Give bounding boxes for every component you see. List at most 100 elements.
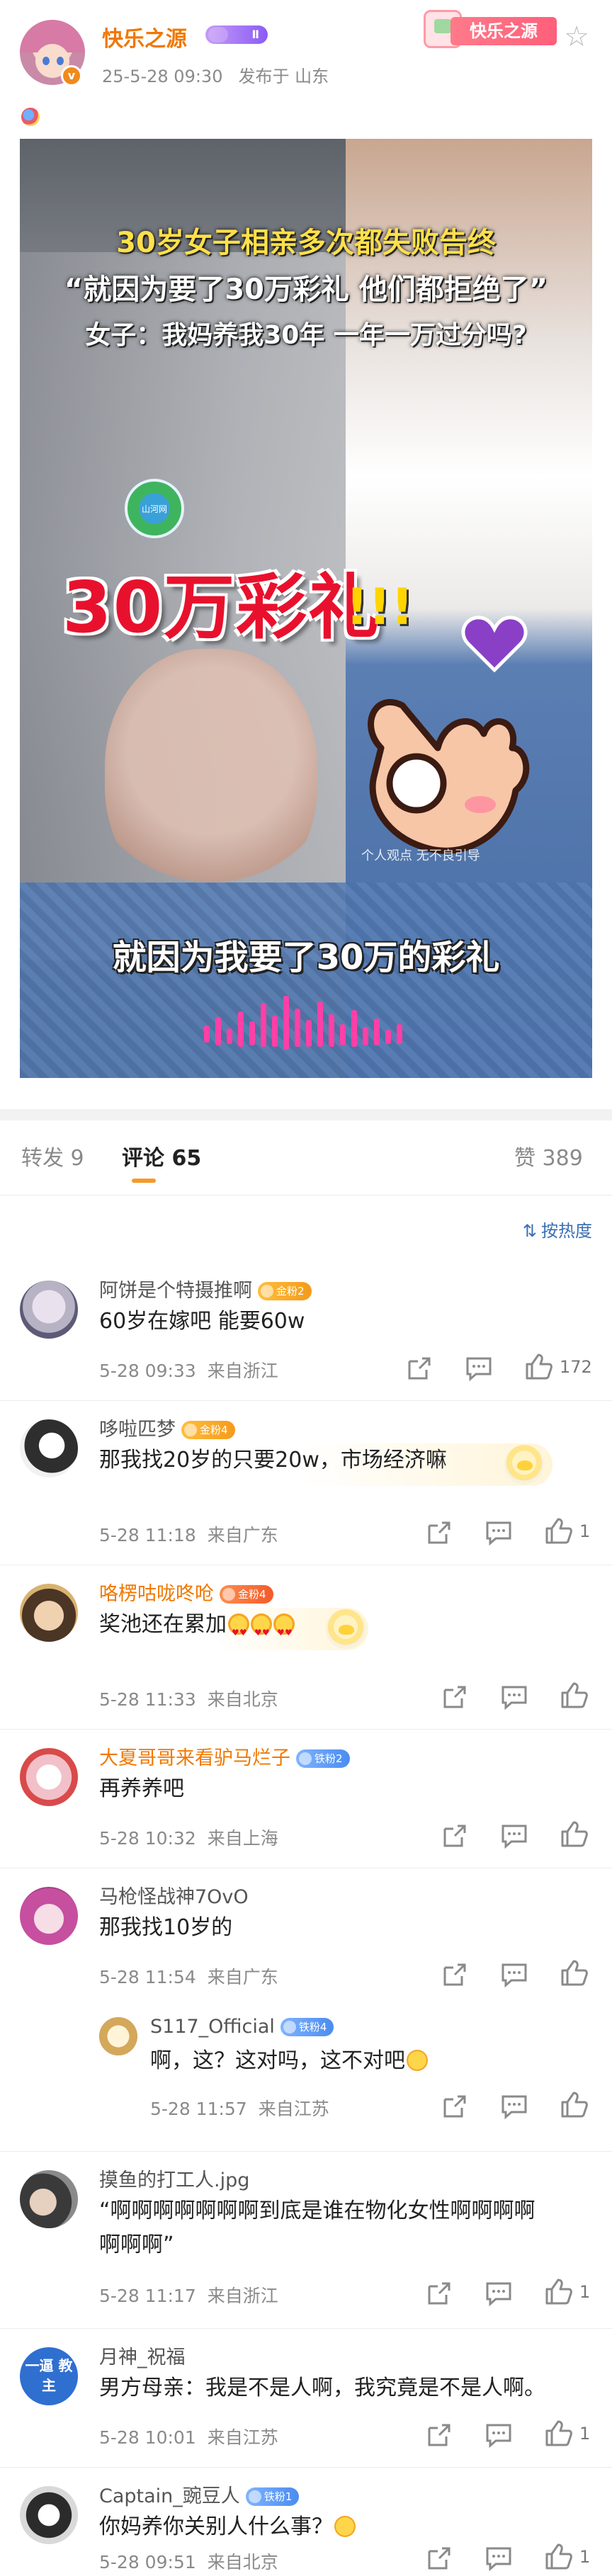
- comment-meta: 5-28 11:17 来自浙江: [99, 2286, 278, 2306]
- comment-item: 咯楞咕咙咚呛金粉4 奖池还在累加 5-28 11:33来自北京: [0, 1565, 612, 1730]
- commenter-avatar[interactable]: [20, 1584, 78, 1642]
- like-icon[interactable]: [543, 2418, 574, 2449]
- member-level-badge[interactable]: Ⅱ: [205, 25, 268, 44]
- like-count: 1: [579, 2424, 591, 2444]
- reply-avatar[interactable]: [99, 2017, 137, 2055]
- reply-author-name[interactable]: S117_Official 铁粉4: [150, 2016, 334, 2038]
- commenter-name[interactable]: 摸鱼的打工人.jpg: [99, 2164, 249, 2192]
- share-icon[interactable]: [424, 2419, 455, 2451]
- share-icon[interactable]: [439, 1959, 470, 1990]
- like-icon[interactable]: [558, 2089, 589, 2121]
- fan-badge: 金粉4: [181, 1421, 235, 1439]
- commenter-avatar[interactable]: 一逼 教主: [20, 2347, 78, 2405]
- exclamation-mark: !!!: [346, 578, 414, 636]
- comment-item: 摸鱼的打工人.jpg “啊啊啊啊啊啊啊到底是谁在物化女性啊啊啊啊 啊啊啊” 5-2…: [0, 2152, 612, 2329]
- reply-icon[interactable]: [499, 1959, 530, 1990]
- reply-icon[interactable]: [499, 2091, 530, 2122]
- star-icon[interactable]: ☆: [561, 21, 592, 52]
- comment-text: 你妈养你关别人什么事？: [99, 2510, 581, 2544]
- commenter-name[interactable]: 阿饼是个特摄推啊 金粉2: [99, 1275, 312, 1303]
- author-name[interactable]: 快乐之源: [102, 21, 187, 52]
- commenter-name[interactable]: 马枪怪战神7OvO: [99, 1881, 249, 1909]
- like-icon[interactable]: [543, 2541, 574, 2572]
- commenter-name[interactable]: 大夏哥哥来看驴马烂子 铁粉2: [99, 1742, 350, 1770]
- fan-badge: 铁粉1: [245, 2487, 300, 2506]
- section-divider: [0, 1109, 612, 1120]
- smirk-emoji: [334, 2516, 356, 2537]
- share-icon[interactable]: [439, 2091, 470, 2122]
- share-icon[interactable]: [439, 1681, 470, 1713]
- post-location: 发布于 山东: [238, 67, 329, 86]
- tab-repost[interactable]: 转发 9: [21, 1140, 84, 1171]
- post-date: 25-5-28 09:30: [102, 67, 223, 86]
- video-headline-2: “就因为要了30万彩礼 他们都拒绝了”: [64, 273, 548, 306]
- reply-icon[interactable]: [483, 2278, 514, 2309]
- commenter-avatar[interactable]: [20, 2486, 78, 2544]
- reply-icon[interactable]: [499, 1820, 530, 1851]
- video-big-caption: 30万彩礼: [62, 566, 381, 649]
- video-subtitle: 就因为我要了30万的彩礼: [112, 938, 500, 977]
- reply-icon[interactable]: [483, 2419, 514, 2451]
- like-icon[interactable]: [558, 1680, 589, 1711]
- audio-wave-icon: [204, 996, 402, 1050]
- reply-text: 啊，这？这对吗，这不对吧: [150, 2044, 575, 2078]
- comment-text: 60岁在嫁吧 能要60w: [99, 1309, 305, 1334]
- comment-meta: 5-28 11:33 来自北京: [99, 1689, 278, 1710]
- commenter-avatar[interactable]: [20, 1887, 78, 1945]
- ok-hand-icon: [368, 698, 530, 854]
- like-icon[interactable]: [558, 1958, 589, 1989]
- comment-item: 大夏哥哥来看驴马烂子 铁粉2 再养养吧 5-28 10:32 来自上海: [0, 1730, 612, 1868]
- comment-text: “啊啊啊啊啊啊啊到底是谁在物化女性啊啊啊啊 啊啊啊”: [99, 2198, 536, 2257]
- commenter-avatar[interactable]: [20, 1419, 78, 1477]
- comment-text: 再养养吧: [99, 1776, 184, 1801]
- video-watermark: 个人观点 无不良引导: [361, 849, 480, 863]
- comment-meta: 5-28 11:54 来自广东: [99, 1967, 278, 1987]
- comment-meta: 5-28 09:33 来自浙江: [99, 1361, 278, 1381]
- commenter-name[interactable]: Captain_豌豆人 铁粉1: [99, 2480, 300, 2508]
- fan-badge: 铁粉4: [280, 2018, 334, 2036]
- commenter-avatar[interactable]: [20, 2170, 78, 2228]
- fan-card[interactable]: 快乐之源: [422, 7, 557, 52]
- like-icon[interactable]: [543, 1516, 574, 1547]
- reply-icon[interactable]: [463, 1353, 494, 1384]
- verified-icon: v: [61, 65, 82, 86]
- like-count: 1: [579, 2282, 591, 2302]
- share-icon[interactable]: [404, 1353, 435, 1384]
- post-video[interactable]: 30岁女子相亲多次都失败告终 “就因为要了30万彩礼 他们都拒绝了” 女子：我妈…: [20, 139, 592, 1078]
- sort-by-hot-button[interactable]: ⇅ 按热度: [523, 1217, 592, 1242]
- commenter-name[interactable]: 咯楞咕咙咚呛 金粉4: [99, 1578, 273, 1606]
- commenter-name[interactable]: 哆啦匹梦 金粉4: [99, 1414, 235, 1441]
- comment-text: 那我找20岁的只要20w，市场经济嘛: [99, 1448, 447, 1473]
- like-count: 1: [579, 1521, 591, 1541]
- heart-eyes-emoji: [273, 1613, 295, 1650]
- commenter-name[interactable]: 月神_祝福: [99, 2342, 186, 2369]
- comment-item: 马枪怪战神7OvO 那我找10岁的 5-28 11:54 来自广东 S117_Of…: [0, 1868, 612, 2152]
- comment-text: 奖池还在累加: [99, 1608, 581, 1650]
- sort-label: 按热度: [541, 1221, 592, 1241]
- like-count: 172: [560, 1357, 592, 1377]
- comment-item: Captain_豌豆人 铁粉1 你妈养你关别人什么事？ 5-28 09:51 来自北…: [0, 2468, 612, 2576]
- reply-icon[interactable]: [499, 1681, 530, 1713]
- comment-item: 一逼 教主 月神_祝福 男方母亲：我是不是人啊，我究竟是不是人啊。 5-28 1…: [0, 2329, 612, 2468]
- tab-active-indicator: [132, 1179, 156, 1183]
- reply-icon[interactable]: [483, 1517, 514, 1548]
- like-icon[interactable]: [523, 1351, 554, 1383]
- share-icon[interactable]: [424, 2278, 455, 2309]
- commenter-avatar[interactable]: [20, 1748, 78, 1806]
- channel-logo-icon: 山河网: [125, 479, 184, 538]
- tab-comments[interactable]: 评论 65: [122, 1140, 201, 1171]
- like-icon[interactable]: [543, 2276, 574, 2308]
- tab-likes[interactable]: 赞 389: [514, 1140, 583, 1171]
- reply-icon[interactable]: [483, 2543, 514, 2574]
- post-header: v 快乐之源 Ⅱ 25-5-28 09:30 发布于 山东 快乐之源 ☆: [0, 0, 612, 106]
- fan-card-label: 快乐之源: [450, 17, 557, 45]
- comment-meta: 5-28 09:51 来自北京: [99, 2552, 278, 2572]
- share-icon[interactable]: [424, 2543, 455, 2574]
- share-icon[interactable]: [439, 1820, 470, 1851]
- like-icon[interactable]: [558, 1819, 589, 1850]
- comment-text: 男方母亲：我是不是人啊，我究竟是不是人啊。: [99, 2376, 545, 2400]
- commenter-avatar[interactable]: [20, 1281, 78, 1339]
- share-icon[interactable]: [424, 1517, 455, 1548]
- video-headline-1: 30岁女子相亲多次都失败告终: [116, 227, 496, 259]
- comment-meta: 5-28 10:01 来自江苏: [99, 2427, 278, 2448]
